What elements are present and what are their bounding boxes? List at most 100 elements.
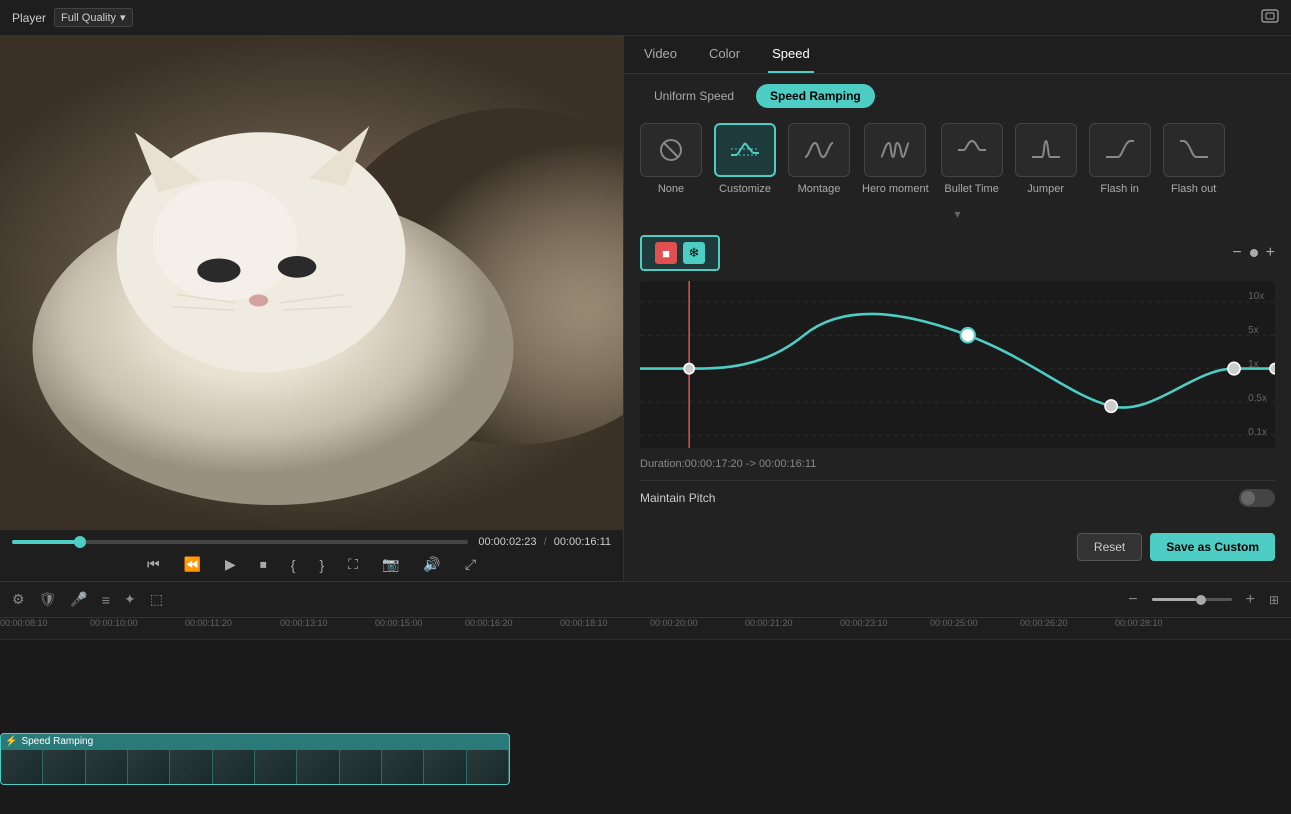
track-clip-label: ⚡ Speed Ramping (5, 736, 93, 747)
preset-customize[interactable]: Customize (714, 123, 776, 195)
curve-delete-button[interactable]: ■ (655, 242, 677, 264)
maintain-pitch-toggle[interactable] (1239, 489, 1275, 507)
uniform-speed-tab[interactable]: Uniform Speed (640, 84, 748, 108)
track-thumbnails (1, 750, 509, 784)
curve-freeze-button[interactable]: ❄ (683, 242, 705, 264)
ruler-mark-2: 00:00:11:20 (185, 618, 232, 628)
ruler-mark-8: 00:00:21:20 (745, 618, 793, 628)
grid-view-icon[interactable]: ⊞ (1269, 593, 1279, 607)
timeline-tracks: ⚡ Speed Ramping (0, 640, 1291, 797)
thumb-7 (255, 750, 297, 784)
frame-icon[interactable]: ⬚ (150, 591, 163, 608)
preset-hero-moment-icon (864, 123, 926, 177)
presets-row: None Customize (624, 118, 1291, 205)
zoom-in-timeline-icon[interactable]: + (1246, 591, 1255, 609)
zoom-slider-fill (1152, 598, 1196, 601)
preset-bullet-time[interactable]: Bullet Time (941, 123, 1003, 195)
top-bar: Player Full Quality ▾ (0, 0, 1291, 36)
preset-flash-in-label: Flash in (1100, 183, 1139, 195)
shield-icon[interactable]: 🛡 (39, 591, 57, 608)
y-label-5x: 5x (1248, 325, 1267, 336)
mark-in-button[interactable]: { (287, 555, 300, 575)
thumb-6 (213, 750, 255, 784)
thumb-12 (467, 750, 509, 784)
screenshot-icon[interactable] (1261, 9, 1279, 26)
zoom-controls: − + (1232, 244, 1275, 262)
preset-hero-moment[interactable]: Hero moment (862, 123, 929, 195)
zoom-out-icon[interactable]: − (1232, 244, 1241, 262)
thumb-8 (297, 750, 339, 784)
duration-info: Duration:00:00:17:20 -> 00:00:16:11 (640, 458, 1275, 470)
y-label-05x: 0.5x (1248, 393, 1267, 404)
preset-jumper[interactable]: Jumper (1015, 123, 1077, 195)
timeline-toolbar: ⚙ 🛡 🎤 ≡ ✦ ⬚ − + ⊞ (0, 582, 1291, 618)
bottom-timeline: ⚙ 🛡 🎤 ≡ ✦ ⬚ − + ⊞ 00:00:08:10 00:00:10:0… (0, 581, 1291, 810)
fullscreen-button[interactable]: ⛶ (344, 554, 362, 575)
thumb-4 (128, 750, 170, 784)
preset-jumper-label: Jumper (1027, 183, 1064, 195)
thumb-2 (43, 750, 85, 784)
volume-button[interactable]: 🔊 (419, 554, 444, 575)
stop-button[interactable]: ⏹ (256, 554, 271, 575)
speed-ramping-tab[interactable]: Speed Ramping (756, 84, 875, 108)
motion-icon[interactable]: ✦ (124, 591, 136, 608)
left-panel: 00:00:02:23 / 00:00:16:11 ⏮ ⏪ ▶ ⏹ { } ⛶ … (0, 36, 624, 581)
mic-icon[interactable]: 🎤 (70, 591, 87, 608)
ruler-mark-1: 00:00:10:00 (90, 618, 138, 628)
ruler-mark-0: 00:00:08:10 (0, 618, 48, 628)
chevron-down-icon: ▾ (120, 11, 126, 24)
ruler-mark-4: 00:00:15:00 (375, 618, 423, 628)
settings-icon[interactable]: ⚙ (12, 591, 25, 608)
collapse-presets-button[interactable]: ▾ (624, 205, 1291, 223)
preset-flash-out-label: Flash out (1171, 183, 1216, 195)
preset-bullet-time-icon (941, 123, 1003, 177)
preset-bullet-time-label: Bullet Time (944, 183, 998, 195)
tab-speed[interactable]: Speed (768, 36, 814, 73)
panels-row: 00:00:02:23 / 00:00:16:11 ⏮ ⏪ ▶ ⏹ { } ⛶ … (0, 36, 1291, 581)
quality-select[interactable]: Full Quality ▾ (54, 8, 133, 27)
chevron-up-icon: ▾ (954, 207, 960, 221)
player-label: Player (12, 11, 46, 25)
zoom-slider[interactable] (1152, 598, 1232, 601)
preset-montage[interactable]: Montage (788, 123, 850, 195)
zoom-indicator (1250, 249, 1258, 257)
ruler-mark-12: 00:00:28:10 (1115, 618, 1163, 628)
preset-flash-in-icon (1089, 123, 1151, 177)
preset-flash-out[interactable]: Flash out (1163, 123, 1225, 195)
preset-customize-label: Customize (719, 183, 771, 195)
speed-graph[interactable]: 10x 5x 1x 0.5x 0.1x (640, 281, 1275, 448)
preset-none-icon (640, 123, 702, 177)
preset-flash-in[interactable]: Flash in (1089, 123, 1151, 195)
thumb-9 (340, 750, 382, 784)
reset-button[interactable]: Reset (1077, 533, 1142, 561)
thumb-10 (382, 750, 424, 784)
maintain-pitch-row: Maintain Pitch (640, 480, 1275, 515)
curve-toolbar: ■ ❄ − + (640, 235, 1275, 271)
zoom-in-icon[interactable]: + (1266, 244, 1275, 262)
progress-fill (12, 540, 80, 544)
snapshot-button[interactable]: 📷 (378, 554, 403, 575)
tab-bar: Video Color Speed (624, 36, 1291, 74)
layers-icon[interactable]: ≡ (102, 592, 110, 608)
current-time: 00:00:02:23 / 00:00:16:11 (478, 536, 611, 548)
tab-video[interactable]: Video (640, 36, 681, 73)
progress-bar[interactable] (12, 540, 468, 544)
track-clip[interactable]: ⚡ Speed Ramping (0, 733, 510, 785)
clip-icon: ⚡ (5, 736, 17, 747)
preset-none[interactable]: None (640, 123, 702, 195)
preset-jumper-icon (1015, 123, 1077, 177)
tab-color[interactable]: Color (705, 36, 744, 73)
save-custom-button[interactable]: Save as Custom (1150, 533, 1275, 561)
crop-button[interactable]: ⤢ (461, 554, 480, 575)
y-label-1x: 1x (1248, 359, 1267, 370)
zoom-out-timeline-icon[interactable]: − (1128, 591, 1137, 609)
rewind-button[interactable]: ⏮ (143, 554, 164, 575)
thumb-5 (170, 750, 212, 784)
frame-back-button[interactable]: ⏪ (180, 554, 205, 575)
play-button[interactable]: ▶ (221, 554, 240, 575)
y-label-10x: 10x (1248, 291, 1267, 302)
mark-out-button[interactable]: } (315, 555, 328, 575)
ruler-mark-9: 00:00:23:10 (840, 618, 888, 628)
timeline-ruler: 00:00:08:10 00:00:10:00 00:00:11:20 00:0… (0, 618, 1291, 640)
quality-value: Full Quality (61, 12, 116, 24)
